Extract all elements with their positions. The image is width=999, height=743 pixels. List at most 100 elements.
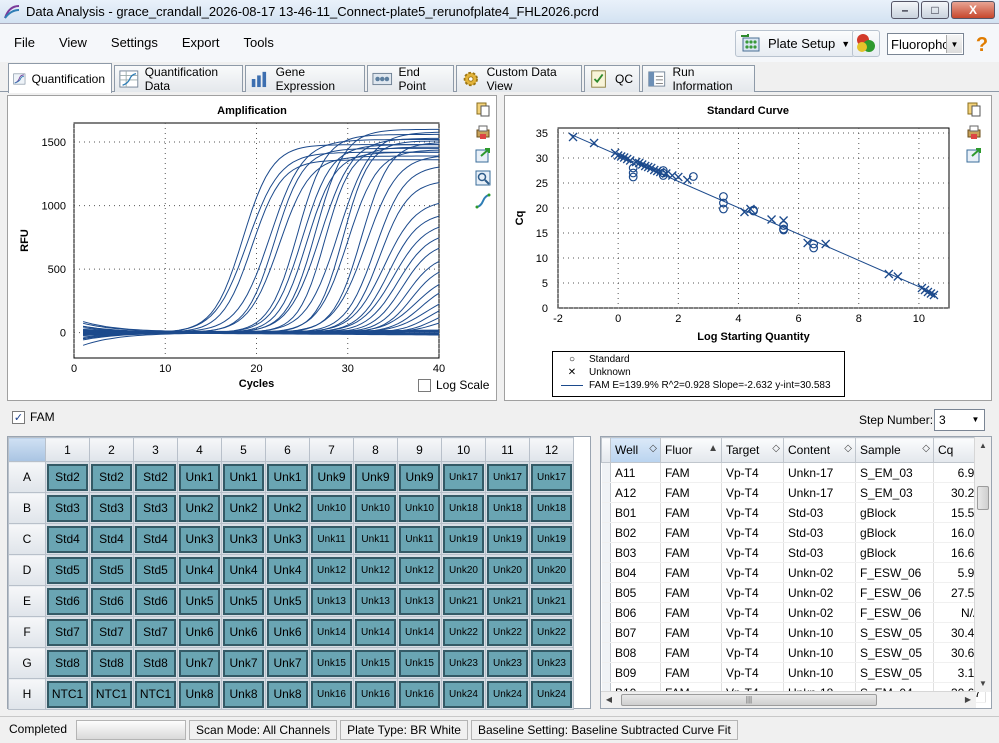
plate-row-header[interactable]: E	[8, 585, 46, 617]
column-header-content[interactable]: Content ◇	[783, 437, 856, 463]
plate-well[interactable]: Std3	[47, 494, 88, 522]
plate-well[interactable]: Unk22	[531, 618, 572, 646]
plate-well[interactable]: Std5	[135, 556, 176, 584]
zoom-icon[interactable]	[475, 170, 491, 186]
scroll-thumb[interactable]	[977, 486, 989, 510]
plate-well[interactable]: Unk18	[487, 494, 528, 522]
plate-well[interactable]: Unk3	[179, 525, 220, 553]
plate-well[interactable]: Unk18	[531, 494, 572, 522]
plate-column-header[interactable]: 5	[221, 437, 266, 462]
menu-export[interactable]: Export	[170, 24, 232, 62]
plate-well[interactable]: Unk12	[399, 556, 440, 584]
plate-row-header[interactable]: F	[8, 616, 46, 648]
plate-column-header[interactable]: 6	[265, 437, 310, 462]
row-selector[interactable]	[601, 502, 611, 523]
plate-well[interactable]: Std6	[91, 587, 132, 615]
plate-well[interactable]: Unk11	[311, 525, 352, 553]
plate-well[interactable]: Unk7	[223, 649, 264, 677]
plate-well[interactable]: Unk24	[487, 680, 528, 708]
plate-well[interactable]: Std4	[47, 525, 88, 553]
menu-tools[interactable]: Tools	[231, 24, 285, 62]
table-row[interactable]: B06 FAM Vp-T4 Unkn-02 F_ESW_06 N/A	[601, 602, 986, 623]
row-selector[interactable]	[601, 622, 611, 643]
log-scale-toggle[interactable]: Log Scale	[418, 378, 489, 392]
plate-well[interactable]: Unk7	[179, 649, 220, 677]
plate-well[interactable]: Std4	[91, 525, 132, 553]
column-header-well[interactable]: Well ◇	[610, 437, 661, 463]
plate-well[interactable]: Unk22	[443, 618, 484, 646]
plate-well[interactable]: Unk5	[179, 587, 220, 615]
sort-icon[interactable]: ◇	[772, 443, 780, 454]
plate-well[interactable]: Unk20	[487, 556, 528, 584]
row-selector[interactable]	[601, 602, 611, 623]
plate-well[interactable]: Unk13	[355, 587, 396, 615]
plate-well[interactable]: Unk10	[311, 494, 352, 522]
tab-qc[interactable]: QC	[584, 65, 640, 92]
plate-column-header[interactable]: 1	[45, 437, 90, 462]
plate-well[interactable]: Unk24	[443, 680, 484, 708]
plate-well[interactable]: Unk17	[443, 463, 484, 491]
log-scale-checkbox[interactable]	[418, 378, 431, 392]
tab-custom-data-view[interactable]: Custom Data View	[456, 65, 582, 93]
copy-icon[interactable]	[966, 101, 982, 117]
plate-well[interactable]: Std6	[47, 587, 88, 615]
plate-well[interactable]: Unk4	[179, 556, 220, 584]
plate-well[interactable]: Std2	[135, 463, 176, 491]
row-selector[interactable]	[601, 542, 611, 563]
plate-well[interactable]: Unk8	[223, 680, 264, 708]
scroll-left-icon[interactable]: ◀	[601, 692, 617, 708]
plate-column-header[interactable]: 7	[309, 437, 354, 462]
close-button[interactable]: X	[951, 1, 995, 19]
plate-well[interactable]: Unk11	[399, 525, 440, 553]
plate-column-header[interactable]: 4	[177, 437, 222, 462]
sort-icon[interactable]: ▲	[708, 443, 718, 454]
plate-well[interactable]: Unk17	[487, 463, 528, 491]
plate-well[interactable]: Unk21	[443, 587, 484, 615]
plate-well[interactable]: Unk9	[399, 463, 440, 491]
plate-well[interactable]: Std7	[91, 618, 132, 646]
plate-well[interactable]: Unk7	[267, 649, 308, 677]
plate-well[interactable]: Unk12	[311, 556, 352, 584]
row-selector[interactable]	[601, 522, 611, 543]
plate-column-header[interactable]: 10	[441, 437, 486, 462]
plate-well[interactable]: Unk1	[267, 463, 308, 491]
tab-quantification[interactable]: Quantification	[8, 63, 112, 93]
fam-toggle[interactable]: ✓ FAM	[12, 410, 55, 424]
plate-well[interactable]: Std8	[47, 649, 88, 677]
table-row[interactable]: B01 FAM Vp-T4 Std-03 gBlock 15.56	[601, 502, 986, 523]
plate-well[interactable]: Unk23	[531, 649, 572, 677]
scroll-up-icon[interactable]: ▲	[975, 437, 991, 454]
row-selector[interactable]	[601, 642, 611, 663]
plate-well[interactable]: Unk13	[399, 587, 440, 615]
plate-well[interactable]: Unk11	[355, 525, 396, 553]
plate-well[interactable]: Std4	[135, 525, 176, 553]
row-selector[interactable]	[601, 482, 611, 503]
plate-well[interactable]: Unk3	[267, 525, 308, 553]
plate-well[interactable]: Unk8	[179, 680, 220, 708]
table-row[interactable]: B03 FAM Vp-T4 Std-03 gBlock 16.69	[601, 542, 986, 563]
plate-well[interactable]: Unk1	[179, 463, 220, 491]
print-icon[interactable]	[966, 124, 982, 140]
plate-well[interactable]: Std2	[91, 463, 132, 491]
plate-well[interactable]: Unk15	[355, 649, 396, 677]
scroll-down-icon[interactable]: ▼	[975, 675, 991, 692]
plate-well[interactable]: Unk4	[267, 556, 308, 584]
tab-end-point[interactable]: End Point	[367, 65, 454, 93]
plate-well[interactable]: Std2	[47, 463, 88, 491]
plate-well[interactable]: Unk12	[355, 556, 396, 584]
menu-settings[interactable]: Settings	[99, 24, 170, 62]
plate-well[interactable]: Unk20	[443, 556, 484, 584]
menu-view[interactable]: View	[47, 24, 99, 62]
plate-row-header[interactable]: C	[8, 523, 46, 555]
plate-well[interactable]: Unk23	[443, 649, 484, 677]
select-all-corner[interactable]	[8, 437, 46, 462]
plate-well[interactable]: Unk14	[355, 618, 396, 646]
row-selector[interactable]	[601, 562, 611, 583]
table-row[interactable]: B04 FAM Vp-T4 Unkn-02 F_ESW_06 5.94	[601, 562, 986, 583]
plate-well[interactable]: Unk19	[487, 525, 528, 553]
plate-well[interactable]: Unk15	[311, 649, 352, 677]
tab-quantification-data[interactable]: Quantification Data	[114, 65, 243, 93]
plate-well[interactable]: Unk2	[267, 494, 308, 522]
plate-well[interactable]: Std5	[91, 556, 132, 584]
plate-well[interactable]: Unk5	[267, 587, 308, 615]
